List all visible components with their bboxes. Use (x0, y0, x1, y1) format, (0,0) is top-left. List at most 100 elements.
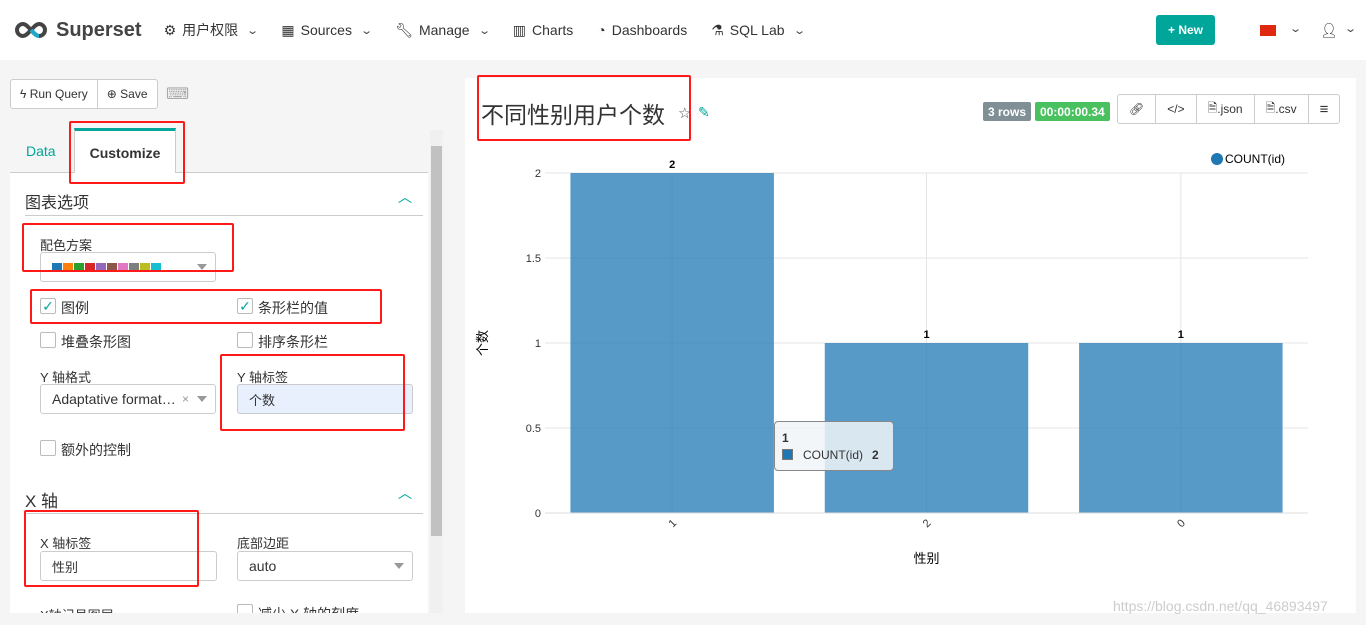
dropdown-arrow-icon (197, 396, 207, 402)
save-label: Save (120, 87, 148, 101)
json-label: .json (1217, 102, 1243, 116)
tab-customize[interactable]: Customize (74, 128, 176, 174)
extra-controls-checkbox[interactable] (40, 440, 56, 456)
bar-value-label: 1 (1178, 329, 1184, 341)
color-swatches (52, 263, 161, 271)
stacked-bars-checkbox[interactable] (40, 332, 56, 348)
keyboard-icon[interactable]: ⌨ (166, 84, 189, 104)
tooltip-series: COUNT(id) (803, 448, 863, 462)
run-query-button[interactable]: ϟ Run Query (11, 80, 97, 108)
nav-label: Sources (300, 22, 352, 38)
collapse-chevron-up-icon[interactable]: ︿ (398, 187, 412, 207)
bottom-margin-value: auto (249, 558, 277, 574)
scrollbar-thumb[interactable] (431, 146, 442, 536)
checkbox-label: 减少 X 轴的刻度 (258, 604, 359, 613)
color-scheme-select[interactable] (40, 252, 216, 282)
clear-icon[interactable]: × (182, 392, 189, 406)
x-axis-option-label: X轴记号图层 (40, 605, 114, 613)
nav-manage[interactable]: 🔧︎ Manage ⌄ (395, 22, 491, 39)
x-axis-title: 性别 (913, 551, 939, 566)
chevron-down-icon: ⌄ (246, 24, 260, 37)
bar (570, 173, 774, 513)
x-tick-label: 2 (921, 517, 934, 530)
color-swatch (52, 263, 62, 271)
color-swatch (151, 263, 161, 271)
link-button[interactable]: 🔗︎ (1118, 95, 1155, 123)
bar-values-checkbox[interactable]: ✓ (237, 298, 253, 314)
nav-charts[interactable]: ▥ Charts (513, 22, 573, 39)
color-swatch (118, 263, 128, 271)
nav-user-permissions[interactable]: ⚙ 用户权限 ⌄ (163, 20, 260, 40)
china-flag-icon[interactable] (1260, 25, 1276, 36)
tooltip-value: 2 (872, 448, 879, 462)
chart-title[interactable]: 不同性别用户个数 (481, 96, 665, 130)
more-menu-button[interactable]: ≡ (1307, 95, 1340, 123)
new-button[interactable]: + New (1156, 15, 1215, 45)
run-query-label: Run Query (29, 87, 88, 101)
export-json-button[interactable]: 🗎 .json (1195, 95, 1254, 123)
edit-icon[interactable]: ✎ (698, 104, 710, 121)
sort-bars-checkbox[interactable] (237, 332, 253, 348)
checkbox-label: 堆叠条形图 (61, 334, 131, 350)
y-format-select[interactable]: Adaptative format… × (40, 384, 216, 414)
bolt-icon: ϟ (20, 87, 27, 101)
bar (1079, 343, 1283, 513)
checkbox-label: 图例 (61, 300, 89, 316)
row-count-badge: 3 rows (983, 102, 1032, 121)
nav-dashboards[interactable]: ◔ Dashboards (597, 22, 687, 38)
flask-icon: ⚗ (711, 21, 724, 38)
query-toolbar: ϟ Run Query ⊕ Save (10, 79, 158, 109)
color-swatch (85, 263, 95, 271)
bar-value-label: 2 (669, 159, 675, 171)
y-axis-title: 个数 (475, 330, 490, 356)
user-icon[interactable]: 👤︎ (1320, 22, 1338, 39)
export-csv-button[interactable]: 🗎 .csv (1253, 95, 1308, 123)
x-label-input[interactable]: 性别 (40, 551, 217, 581)
chevron-down-icon: ⌄ (477, 24, 491, 37)
dashboard-icon: ◔ (597, 22, 606, 38)
chevron-down-icon: ⌄ (792, 24, 806, 37)
nav-label: Manage (418, 22, 470, 38)
collapse-chevron-up-icon[interactable]: ︿ (398, 483, 412, 503)
y-tick-label: 2 (535, 168, 541, 180)
bottom-margin-select[interactable]: auto (237, 551, 413, 581)
link-icon: 🔗︎ (1129, 102, 1145, 116)
nav-label: SQL Lab (729, 22, 785, 38)
user-chevron-down-icon[interactable]: ⌄ (1344, 22, 1357, 35)
table-icon: ▦ (281, 21, 295, 38)
navbar: Superset ⚙ 用户权限 ⌄ ▦ Sources ⌄ 🔧︎ Manage ⌄ ▥ Cha… (0, 0, 1366, 60)
panel-scrollbar[interactable] (430, 130, 443, 613)
language-chevron-down-icon[interactable]: ⌄ (1289, 22, 1302, 35)
new-label: New (1178, 23, 1204, 37)
color-swatch (63, 263, 73, 271)
embed-code-button[interactable]: </> (1155, 95, 1195, 123)
panel-tabs: Data Customize (10, 128, 428, 174)
duration-badge: 00:00:00.34 (1035, 102, 1110, 121)
x-tick-label: 1 (666, 517, 679, 530)
nav-label: 用户权限 (182, 22, 239, 38)
legend-checkbox[interactable]: ✓ (40, 298, 56, 314)
superset-logo[interactable]: Superset (14, 19, 142, 42)
file-text-icon: 🗎 (1265, 100, 1276, 115)
tab-data[interactable]: Data (26, 128, 56, 173)
cut-off-row: X轴记号图层 减少 X 轴的刻度 (10, 601, 428, 613)
bar-chart: 0 0.5 1 1.5 2 2 1 1 2 1 0 性别 个数 COUNT(id) (475, 152, 1308, 566)
y-label-input[interactable]: 个数 (237, 384, 413, 414)
nav-sources[interactable]: ▦ Sources ⌄ (281, 21, 373, 39)
checkbox-label: 额外的控制 (61, 442, 131, 458)
reduce-x-ticks-checkbox[interactable] (237, 604, 253, 613)
nav-sql-lab[interactable]: ⚗ SQL Lab ⌄ (711, 21, 806, 39)
y-tick-label: 0 (535, 508, 541, 520)
bar-chart-icon: ▥ (512, 21, 527, 38)
chart-tools: 🔗︎ </> 🗎 .json 🗎 .csv ≡ (1117, 94, 1341, 124)
plus-icon: + (1167, 23, 1175, 37)
plus-circle-icon: ⊕ (106, 87, 117, 101)
tooltip-title: 1 (782, 431, 789, 445)
color-swatch (129, 263, 139, 271)
star-icon[interactable]: ☆ (678, 104, 691, 122)
save-button[interactable]: ⊕ Save (96, 80, 157, 108)
bottom-margin-label: 底部边距 (237, 536, 290, 551)
nav-label: Dashboards (611, 22, 688, 38)
legend-marker (1211, 153, 1223, 165)
cogs-icon: ⚙ (163, 21, 177, 38)
